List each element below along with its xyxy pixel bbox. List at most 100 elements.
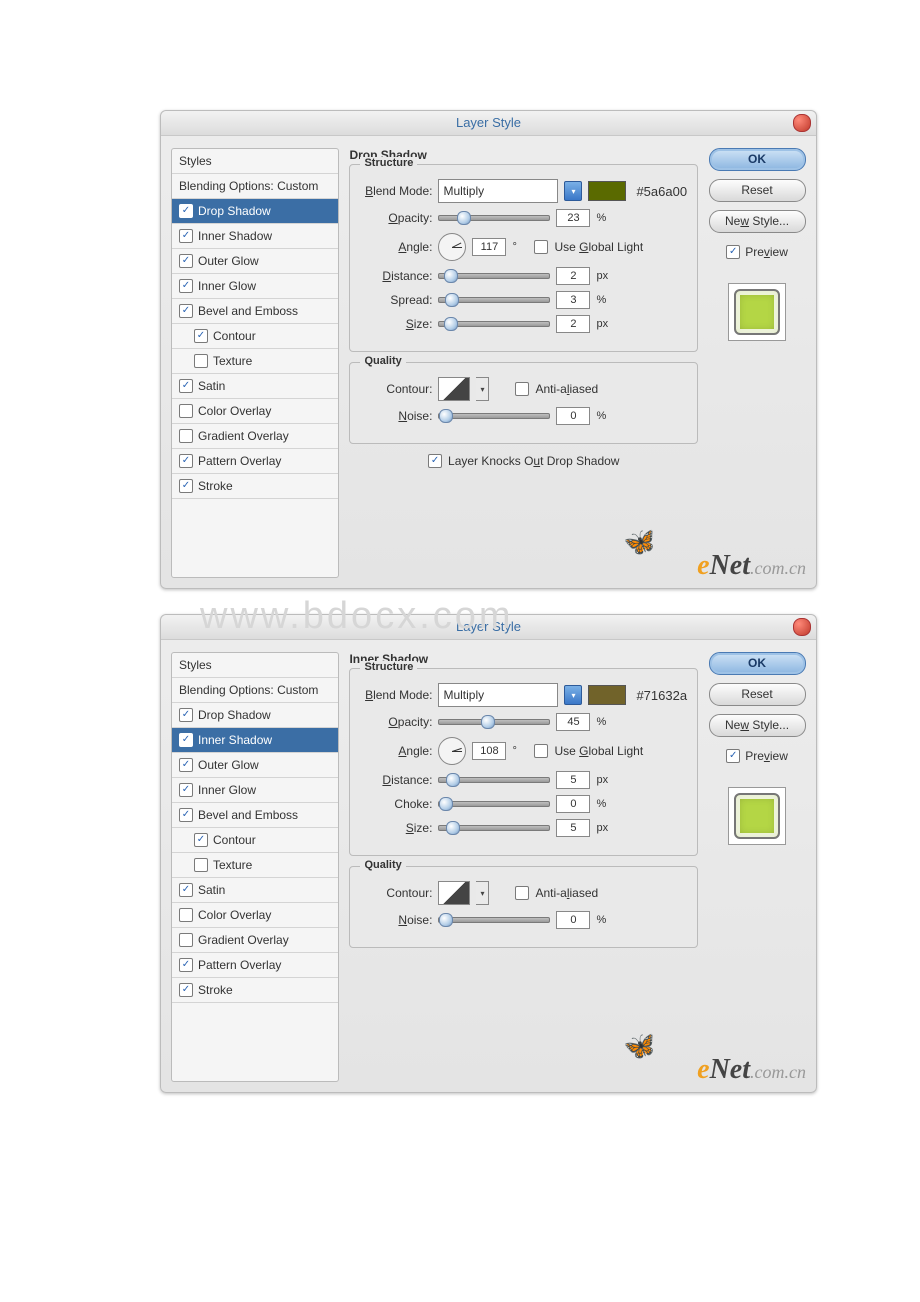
global-light-checkbox[interactable] bbox=[534, 240, 548, 254]
checkbox-icon[interactable]: ✓ bbox=[179, 304, 193, 318]
checkbox-icon[interactable] bbox=[179, 429, 193, 443]
checkbox-icon[interactable]: ✓ bbox=[179, 883, 193, 897]
style-item[interactable]: ✓Inner Glow bbox=[172, 274, 338, 299]
checkbox-icon[interactable]: ✓ bbox=[179, 379, 193, 393]
style-item[interactable]: ✓Satin bbox=[172, 878, 338, 903]
blend-mode-select[interactable]: Multiply bbox=[438, 683, 558, 707]
slider-knob-icon[interactable] bbox=[439, 913, 453, 927]
style-item[interactable]: ✓Pattern Overlay bbox=[172, 449, 338, 474]
style-item[interactable]: ✓Satin bbox=[172, 374, 338, 399]
slider-knob-icon[interactable] bbox=[457, 211, 471, 225]
style-item[interactable]: ✓Contour bbox=[172, 324, 338, 349]
style-item[interactable]: Texture bbox=[172, 349, 338, 374]
checkbox-icon[interactable]: ✓ bbox=[194, 833, 208, 847]
color-swatch[interactable] bbox=[588, 181, 626, 201]
reset-button[interactable]: Reset bbox=[709, 179, 806, 202]
style-item[interactable]: ✓Stroke bbox=[172, 978, 338, 1003]
slider-knob-icon[interactable] bbox=[446, 821, 460, 835]
preview-checkbox[interactable]: ✓ bbox=[726, 749, 740, 763]
distance-input[interactable]: 5 bbox=[556, 771, 590, 789]
slider-knob-icon[interactable] bbox=[481, 715, 495, 729]
distance-slider[interactable] bbox=[438, 777, 550, 783]
checkbox-icon[interactable]: ✓ bbox=[179, 229, 193, 243]
angle-dial[interactable] bbox=[438, 233, 466, 261]
checkbox-icon[interactable]: ✓ bbox=[179, 808, 193, 822]
checkbox-icon[interactable]: ✓ bbox=[179, 479, 193, 493]
style-item[interactable]: ✓Stroke bbox=[172, 474, 338, 499]
blending-options-item[interactable]: Blending Options: Custom bbox=[172, 174, 338, 199]
layer-knocks-checkbox[interactable]: ✓ bbox=[428, 454, 442, 468]
color-swatch[interactable] bbox=[588, 685, 626, 705]
style-item[interactable]: Gradient Overlay bbox=[172, 424, 338, 449]
checkbox-icon[interactable]: ✓ bbox=[179, 733, 193, 747]
dropdown-icon[interactable]: ▾ bbox=[564, 685, 582, 705]
spread-input[interactable]: 0 bbox=[556, 795, 590, 813]
distance-input[interactable]: 2 bbox=[556, 267, 590, 285]
dropdown-icon[interactable]: ▾ bbox=[564, 181, 582, 201]
size-input[interactable]: 2 bbox=[556, 315, 590, 333]
checkbox-icon[interactable]: ✓ bbox=[179, 783, 193, 797]
slider-knob-icon[interactable] bbox=[444, 269, 458, 283]
checkbox-icon[interactable]: ✓ bbox=[179, 708, 193, 722]
style-item[interactable]: Color Overlay bbox=[172, 399, 338, 424]
style-item[interactable]: ✓Contour bbox=[172, 828, 338, 853]
checkbox-icon[interactable]: ✓ bbox=[179, 204, 193, 218]
style-item[interactable]: ✓Drop Shadow bbox=[172, 199, 338, 224]
new-style-button[interactable]: New Style... bbox=[709, 714, 806, 737]
slider-knob-icon[interactable] bbox=[444, 317, 458, 331]
style-item[interactable]: ✓Inner Glow bbox=[172, 778, 338, 803]
ok-button[interactable]: OK bbox=[709, 652, 806, 675]
style-item[interactable]: ✓Bevel and Emboss bbox=[172, 299, 338, 324]
styles-header[interactable]: Styles bbox=[172, 653, 338, 678]
noise-slider[interactable] bbox=[438, 413, 550, 419]
noise-slider[interactable] bbox=[438, 917, 550, 923]
chevron-down-icon[interactable]: ▾ bbox=[476, 377, 489, 401]
slider-knob-icon[interactable] bbox=[445, 293, 459, 307]
angle-input[interactable]: 108 bbox=[472, 742, 506, 760]
ok-button[interactable]: OK bbox=[709, 148, 806, 171]
antialiased-checkbox[interactable] bbox=[515, 886, 529, 900]
checkbox-icon[interactable]: ✓ bbox=[179, 758, 193, 772]
size-input[interactable]: 5 bbox=[556, 819, 590, 837]
checkbox-icon[interactable]: ✓ bbox=[179, 254, 193, 268]
spread-slider[interactable] bbox=[438, 297, 550, 303]
blending-options-item[interactable]: Blending Options: Custom bbox=[172, 678, 338, 703]
close-icon[interactable] bbox=[793, 114, 811, 132]
opacity-input[interactable]: 23 bbox=[556, 209, 590, 227]
checkbox-icon[interactable] bbox=[179, 933, 193, 947]
checkbox-icon[interactable] bbox=[194, 858, 208, 872]
styles-header[interactable]: Styles bbox=[172, 149, 338, 174]
checkbox-icon[interactable] bbox=[194, 354, 208, 368]
contour-picker[interactable] bbox=[438, 881, 470, 905]
angle-input[interactable]: 117 bbox=[472, 238, 506, 256]
reset-button[interactable]: Reset bbox=[709, 683, 806, 706]
checkbox-icon[interactable] bbox=[179, 404, 193, 418]
opacity-slider[interactable] bbox=[438, 719, 550, 725]
antialiased-checkbox[interactable] bbox=[515, 382, 529, 396]
opacity-slider[interactable] bbox=[438, 215, 550, 221]
style-item[interactable]: ✓Pattern Overlay bbox=[172, 953, 338, 978]
checkbox-icon[interactable]: ✓ bbox=[194, 329, 208, 343]
distance-slider[interactable] bbox=[438, 273, 550, 279]
slider-knob-icon[interactable] bbox=[439, 797, 453, 811]
angle-dial[interactable] bbox=[438, 737, 466, 765]
style-item[interactable]: ✓Outer Glow bbox=[172, 753, 338, 778]
noise-input[interactable]: 0 bbox=[556, 911, 590, 929]
preview-checkbox[interactable]: ✓ bbox=[726, 245, 740, 259]
new-style-button[interactable]: New Style... bbox=[709, 210, 806, 233]
slider-knob-icon[interactable] bbox=[439, 409, 453, 423]
chevron-down-icon[interactable]: ▾ bbox=[476, 881, 489, 905]
opacity-input[interactable]: 45 bbox=[556, 713, 590, 731]
style-item[interactable]: ✓Outer Glow bbox=[172, 249, 338, 274]
size-slider[interactable] bbox=[438, 321, 550, 327]
spread-input[interactable]: 3 bbox=[556, 291, 590, 309]
style-item[interactable]: Gradient Overlay bbox=[172, 928, 338, 953]
checkbox-icon[interactable]: ✓ bbox=[179, 983, 193, 997]
checkbox-icon[interactable]: ✓ bbox=[179, 279, 193, 293]
size-slider[interactable] bbox=[438, 825, 550, 831]
checkbox-icon[interactable] bbox=[179, 908, 193, 922]
style-item[interactable]: ✓Inner Shadow bbox=[172, 728, 338, 753]
style-item[interactable]: Texture bbox=[172, 853, 338, 878]
noise-input[interactable]: 0 bbox=[556, 407, 590, 425]
style-item[interactable]: Color Overlay bbox=[172, 903, 338, 928]
